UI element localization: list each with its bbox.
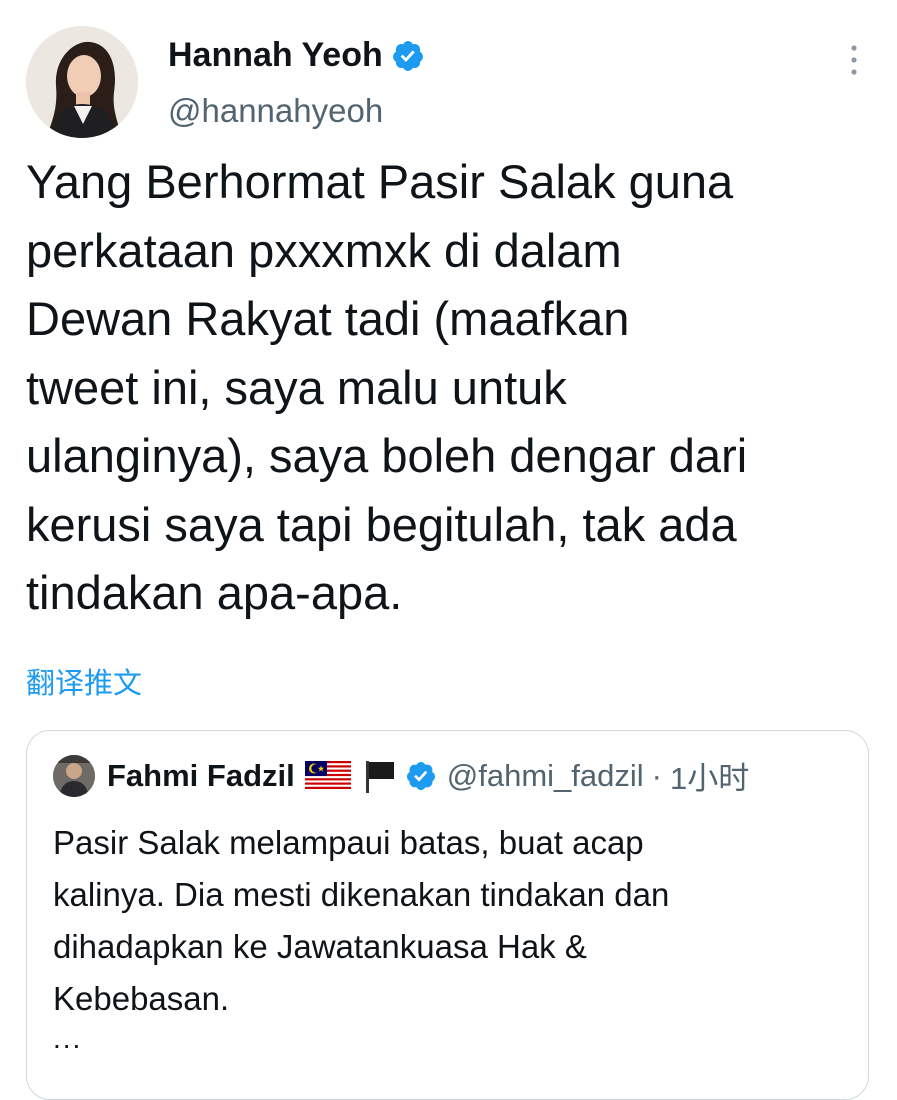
author-name-text: Hannah Yeoh	[168, 36, 383, 74]
malaysia-flag-icon	[304, 760, 351, 791]
tweet-line: Dewan Rakyat tadi (maafkan	[26, 292, 630, 345]
quoted-timestamp[interactable]: 1小时	[670, 753, 749, 798]
author-handle[interactable]: @hannahyeoh	[168, 92, 383, 130]
tweet-body-text: Yang Berhormat Pasir Salak guna perkataa…	[26, 148, 886, 628]
verified-badge-icon	[392, 40, 423, 71]
tweet-line: Yang Berhormat Pasir Salak guna	[26, 155, 734, 208]
author-display-name[interactable]: Hannah Yeoh	[168, 36, 425, 75]
quoted-tweet-text: Pasir Salak melampaui batas, buat acap k…	[53, 817, 843, 1025]
tweet-line: kerusi saya tapi begitulah, tak ada	[26, 497, 737, 551]
tweet-container: Hannah Yeoh @hannahyeoh Yang Berhormat P…	[0, 0, 897, 1100]
quoted-line: Kebebasan.	[53, 980, 230, 1017]
quoted-line: dihadapkan ke Jawatankuasa Hak &	[53, 928, 587, 965]
quoted-tweet-header: Fahmi Fadzil @fahmi_fadzil · 1小时	[53, 753, 749, 798]
quoted-author-name[interactable]: Fahmi Fadzil	[107, 758, 295, 794]
translate-tweet-link[interactable]: 翻译推文	[26, 660, 142, 702]
quoted-author-handle[interactable]: @fahmi_fadzil	[447, 758, 644, 794]
tweet-line: ulanginya), saya boleh dengar dari	[26, 429, 748, 482]
more-vertical-icon[interactable]	[842, 40, 866, 80]
quoted-line: Pasir Salak melampaui batas, buat acap	[53, 824, 644, 861]
verified-badge-icon	[406, 761, 435, 790]
quoted-line: kalinya. Dia mesti dikenakan tindakan da…	[53, 876, 670, 913]
tweet-line: perkataan pxxxmxk di dalam	[26, 223, 622, 277]
quoted-separator: ·	[651, 757, 662, 793]
quoted-author-avatar[interactable]	[53, 754, 95, 797]
tweet-line: tweet ini, saya malu untuk	[26, 360, 567, 414]
black-flag-icon	[365, 760, 394, 793]
quoted-tweet-card[interactable]: Fahmi Fadzil @fahmi_fadzil · 1小时 Pasir S…	[26, 730, 869, 1100]
tweet-line: tindakan apa-apa.	[26, 566, 403, 619]
quoted-ellipsis: ...	[53, 1023, 83, 1054]
author-avatar[interactable]	[26, 26, 138, 138]
